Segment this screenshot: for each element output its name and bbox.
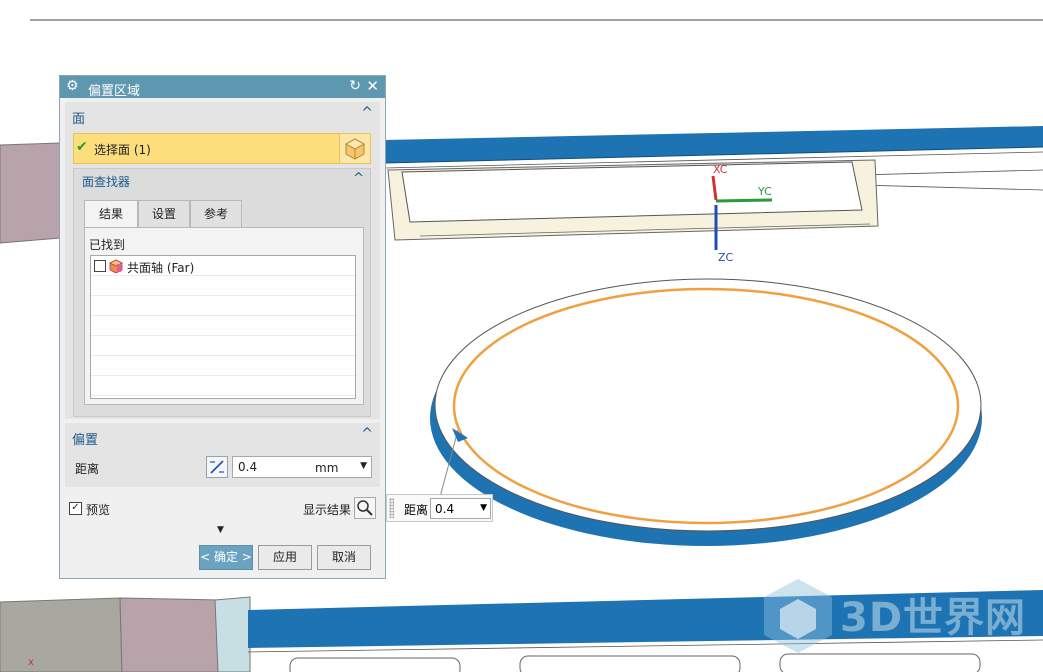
list-item <box>91 336 355 356</box>
tab-reference-label: 参考 <box>203 207 228 221</box>
list-item <box>91 296 355 316</box>
found-label: 已找到 <box>89 238 126 252</box>
offset-group-label: 偏置 <box>72 433 99 448</box>
offset-group: 偏置 ^ 距离 0.4 mm ▼ <box>65 423 380 487</box>
cancel-button[interactable]: 取消 <box>317 545 371 570</box>
magnifier-icon <box>357 500 373 516</box>
tab-results-label: 结果 <box>98 207 123 221</box>
ring-top-face <box>434 278 982 532</box>
distance-unit: mm <box>315 461 339 475</box>
apply-button[interactable]: 应用 <box>258 545 312 570</box>
zc-label: ZC <box>718 251 734 264</box>
yc-axis <box>715 198 773 203</box>
dialog-title: 偏置区域 <box>88 84 141 99</box>
results-list[interactable]: 共面轴 (Far) <box>90 255 356 399</box>
face-group: 面 ^ ✔ 选择面 (1) 面查找器 ^ 结果 设置 参考 已找到 共面轴 (F… <box>65 102 380 419</box>
watermark-cube-icon <box>764 579 832 653</box>
results-pane: 已找到 共面轴 (Far) <box>84 227 364 405</box>
chevron-down-icon[interactable]: ▼ <box>480 503 487 513</box>
collapse-chevron-icon[interactable]: ^ <box>361 105 373 121</box>
show-result-button[interactable] <box>354 497 376 519</box>
preview-label: 预览 <box>86 503 111 517</box>
yc-label: YC <box>757 185 772 198</box>
list-item <box>91 276 355 296</box>
list-item <box>91 356 355 376</box>
watermark-text: 3D世界网 <box>840 595 1027 641</box>
measure-icon <box>210 460 224 474</box>
collapse-chevron-icon[interactable]: ^ <box>353 171 364 186</box>
preview-checkbox[interactable]: ✓ <box>69 502 82 515</box>
coaxial-face-icon <box>109 259 123 274</box>
bottom-teal-face <box>214 596 251 672</box>
rail-line-3 <box>859 169 1043 176</box>
face-finder-label: 面查找器 <box>82 175 131 189</box>
ok-button[interactable]: < 确定 > <box>199 545 253 570</box>
list-item[interactable]: 共面轴 (Far) <box>91 256 355 276</box>
list-item <box>91 376 355 396</box>
top-blue-rail <box>385 126 1043 163</box>
show-result-label: 显示结果 <box>303 503 352 517</box>
face-finder-group: 面查找器 ^ 结果 设置 参考 已找到 共面轴 (Far) <box>73 168 371 417</box>
floating-distance-input[interactable]: 0.4 ▼ <box>430 498 491 519</box>
bottom-pink-face <box>119 597 223 672</box>
watermark: 3D世界网 <box>760 575 1030 655</box>
collapse-chevron-icon[interactable]: ^ <box>361 426 373 442</box>
floating-distance-widget[interactable]: 距离 0.4 ▼ <box>386 494 493 522</box>
preview-row: ✓ 预览 显示结果 <box>68 497 378 523</box>
tab-reference[interactable]: 参考 <box>190 200 242 228</box>
bottom-slot-2 <box>519 655 741 672</box>
left-solid-face <box>0 142 61 244</box>
dialog-titlebar[interactable]: ⚙ 偏置区域 ↻ ✕ <box>60 76 385 99</box>
rail-line-4 <box>859 184 1043 191</box>
list-item <box>91 316 355 336</box>
tab-settings[interactable]: 设置 <box>138 200 190 228</box>
chevron-down-icon[interactable]: ▼ <box>360 461 367 471</box>
result-label: 共面轴 (Far) <box>127 261 195 275</box>
reset-icon[interactable]: ↻ <box>349 78 361 94</box>
distance-label: 距离 <box>75 462 100 476</box>
select-face-row[interactable]: ✔ 选择面 (1) <box>73 133 371 164</box>
tab-settings-label: 设置 <box>151 207 176 221</box>
result-checkbox[interactable] <box>94 260 106 272</box>
xc-label: XC <box>713 163 728 176</box>
bottom-axis-marker: x <box>28 657 34 668</box>
bottom-left-solid <box>0 597 123 672</box>
offset-region-dialog: ⚙ 偏置区域 ↻ ✕ 面 ^ ✔ 选择面 (1) 面查找器 ^ 结果 设置 参考… <box>59 75 386 579</box>
face-selection-button[interactable] <box>339 133 371 164</box>
tab-results[interactable]: 结果 <box>84 200 138 229</box>
floating-distance-value: 0.4 <box>435 502 455 516</box>
offset-group-header[interactable]: 偏置 ^ <box>65 423 380 449</box>
close-icon[interactable]: ✕ <box>366 77 379 95</box>
face-group-header[interactable]: 面 ^ <box>65 102 380 128</box>
ok-button-label: < 确定 > <box>200 550 252 564</box>
cube-icon <box>344 138 366 160</box>
drag-grip-icon[interactable] <box>389 498 394 518</box>
gear-icon: ⚙ <box>66 78 79 94</box>
distance-value: 0.4 <box>238 460 258 474</box>
checkmark-icon: ✔ <box>76 139 88 155</box>
more-options-chevron-icon[interactable]: ▼ <box>217 525 224 535</box>
bottom-slot-1 <box>289 657 461 672</box>
measure-distance-button[interactable] <box>206 456 228 478</box>
apply-button-label: 应用 <box>272 550 297 564</box>
face-group-label: 面 <box>72 112 86 127</box>
distance-input[interactable]: 0.4 mm ▼ <box>232 456 372 478</box>
select-face-label: 选择面 (1) <box>94 143 151 157</box>
bottom-slot-3 <box>779 653 981 672</box>
cancel-button-label: 取消 <box>331 550 356 564</box>
floating-distance-label: 距离 <box>404 503 429 517</box>
